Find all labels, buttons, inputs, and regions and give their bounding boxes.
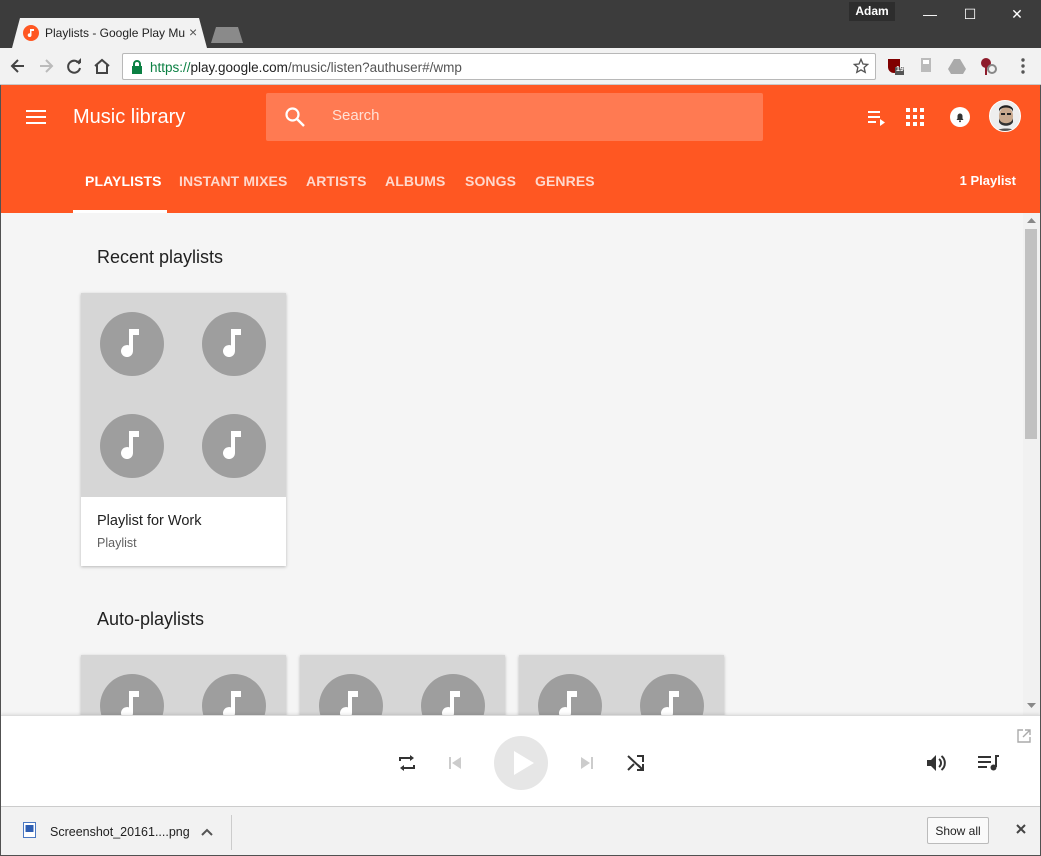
app-header: Music library Search PLAYLISTS INSTANT M… [1,85,1040,213]
previous-icon[interactable] [448,756,462,775]
show-all-button[interactable]: Show all [927,817,989,844]
browser-tab-playlists[interactable]: Playlists - Google Play Music × [12,18,207,48]
chevron-up-icon[interactable] [200,824,214,842]
music-note-icon [100,312,164,376]
music-note-icon [202,674,266,715]
playlist-art [81,293,286,497]
chrome-menu-icon[interactable] [1014,57,1032,75]
music-note-icon [319,674,383,715]
window-titlebar: Playlists - Google Play Music × Adam — ☐… [0,0,1041,48]
minimize-icon[interactable]: — [915,4,945,24]
music-note-icon [202,414,266,478]
repeat-icon[interactable] [397,753,417,778]
playlist-card[interactable]: Playlist for Work Playlist [81,293,286,566]
divider [231,815,232,850]
window-close-icon[interactable]: ✕ [1002,4,1032,24]
tab-close-icon[interactable]: × [189,24,197,40]
scrollbar[interactable] [1023,213,1040,715]
recent-playlists-heading: Recent playlists [97,247,224,267]
lock-icon [131,60,143,79]
back-icon[interactable] [8,56,28,76]
playlist-art [81,655,286,715]
music-note-icon [100,414,164,478]
queue-icon[interactable] [978,754,1000,777]
bookmark-star-icon[interactable] [852,57,870,79]
music-note-icon [538,674,602,715]
tab-title: Playlists - Google Play Music [45,26,185,40]
apps-grid-icon[interactable] [906,108,924,131]
search-input[interactable] [332,107,732,124]
reload-icon[interactable] [64,56,84,76]
auto-playlist-card[interactable] [300,655,505,715]
download-bar: Screenshot_20161....png Show all [1,806,1040,855]
player-bar [1,715,1040,806]
extension-gray-icon[interactable] [918,57,936,75]
avatar[interactable] [989,100,1021,132]
popout-icon[interactable] [1017,729,1031,748]
playlist-title: Playlist for Work [97,513,202,529]
home-icon[interactable] [92,56,112,76]
playlist-count: 1 Playlist [959,173,1016,188]
search-box[interactable] [266,93,763,141]
playlist-art [300,655,505,715]
image-file-icon [23,822,37,843]
music-note-icon [100,674,164,715]
new-tab-button[interactable] [211,27,243,43]
play-button[interactable] [494,736,548,790]
page-title: Music library [73,106,186,128]
drive-extension-icon[interactable] [948,57,966,75]
scroll-up-icon[interactable] [1027,217,1036,223]
music-note-icon [202,312,266,376]
scroll-down-icon[interactable] [1027,703,1036,709]
music-note-icon [421,674,485,715]
auto-playlist-card[interactable] [81,655,286,715]
playlist-subtitle: Playlist [97,536,137,550]
scroll-thumb[interactable] [1025,229,1037,439]
queue-list-icon[interactable] [868,108,886,131]
extension-badge: 19 [896,66,904,73]
maximize-icon[interactable]: ☐ [955,4,985,24]
hamburger-menu-icon[interactable] [26,108,48,126]
pin-extension-icon[interactable] [980,57,998,75]
play-music-app: Music library Search PLAYLISTS INSTANT M… [1,85,1040,806]
music-note-icon [640,674,704,715]
auto-playlists-heading: Auto-playlists [97,609,205,629]
play-icon [514,751,534,775]
play-music-favicon-icon [23,25,39,41]
profile-button[interactable]: Adam [849,2,895,21]
forward-icon[interactable] [36,56,56,76]
browser-toolbar: https://play.google.com/music/listen?aut… [0,48,1041,85]
shuffle-icon[interactable] [626,753,646,778]
address-bar[interactable]: https://play.google.com/music/listen?aut… [122,53,876,80]
url-text: https://play.google.com/music/listen?aut… [150,60,462,75]
download-filename[interactable]: Screenshot_20161....png [50,825,190,839]
auto-playlist-card[interactable] [519,655,724,715]
playlist-art [519,655,724,715]
main-content: Recent playlists Playlist for Work Playl… [1,213,1023,715]
notifications-bell-icon[interactable] [949,106,971,133]
close-icon[interactable] [1014,822,1028,841]
search-icon [284,106,306,133]
next-icon[interactable] [580,756,594,775]
ublock-extension-icon[interactable]: 19 [886,57,904,75]
volume-icon[interactable] [926,753,948,778]
